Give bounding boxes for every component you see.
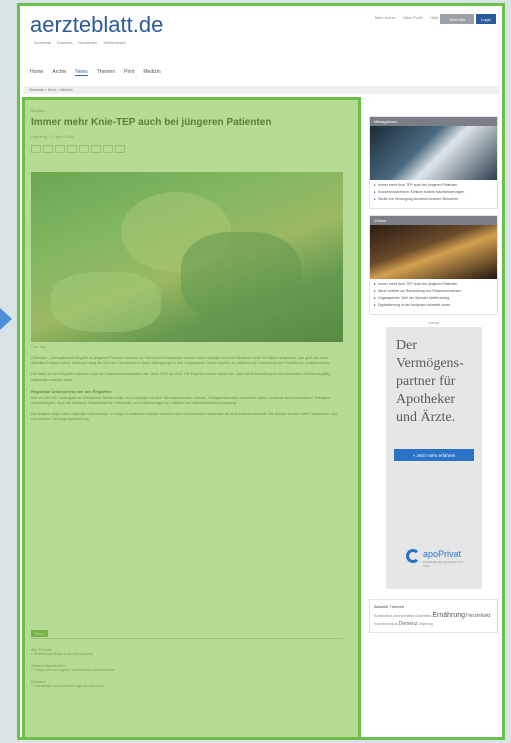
article-date: Dienstag, 17. April 2018 — [31, 134, 74, 139]
article-paragraph: Die Daten zu den Eingriffen stammen aus … — [31, 372, 331, 382]
video-image[interactable] — [370, 225, 497, 279]
nav-item-home[interactable]: Home — [30, 69, 43, 76]
logo-subnav-item[interactable]: Dossiers — [57, 40, 73, 45]
video-heading: Videos — [370, 216, 497, 225]
ad-button[interactable]: » Jetzt mehr erfahren — [394, 449, 474, 461]
abo-button[interactable]: Jetzt Abo — [440, 14, 474, 24]
nav-item-news[interactable]: News — [75, 69, 88, 76]
tag-link[interactable]: Diabetes — [415, 613, 431, 618]
login-button[interactable]: Login — [476, 14, 496, 24]
site-logo[interactable]: aerzteblatt.de — [30, 12, 163, 38]
more-tag[interactable]: Mehr — [31, 630, 49, 637]
top-link[interactable]: Mein Profil — [404, 15, 423, 20]
top-link[interactable]: Hilfe — [430, 15, 438, 20]
photo-caption: Foto: dpa — [31, 345, 46, 349]
most-read-image[interactable] — [370, 126, 497, 180]
related-link[interactable]: » Knieendoprothetik in der Versorgung — [31, 652, 343, 656]
nav-item-print[interactable]: Print — [124, 69, 134, 76]
most-read-item[interactable]: Krankenhausreform: Kliniken fordern Nach… — [374, 190, 493, 195]
tag-link[interactable]: Herzinfarkt — [466, 613, 490, 619]
ad-logo-name: apoPrivat — [423, 549, 462, 559]
tag-link[interactable]: Demenz — [399, 621, 418, 627]
article-header: Medizin Immer mehr Knie-TEP auch bei jün… — [31, 108, 351, 153]
logo-subnav: Ärzteblatt Dossiers Newsletter Stellenma… — [34, 40, 126, 45]
most-read-box: Meistgelesen Immer mehr Knie-TEP auch be… — [369, 116, 498, 209]
article-subheading: Regionale Unterschiede bei den Eingriffe… — [31, 388, 112, 394]
video-item[interactable]: Neue Leitlinie zur Behandlung von Rücken… — [374, 289, 493, 294]
video-item[interactable]: Organspende: Zahl der Spender bleibt nie… — [374, 296, 493, 301]
advertisement[interactable]: Der Vermögens-partner für Apotheker und … — [386, 327, 482, 589]
font-size-icon[interactable] — [103, 145, 113, 153]
ad-logo: apoPrivat Privatbank der Apotheker und Ä… — [406, 545, 466, 575]
related-block: Weitere Nachrichten » Endoprothesenregis… — [31, 664, 343, 672]
logo-subnav-item[interactable]: Newsletter — [78, 40, 97, 45]
share-toolbar — [31, 145, 351, 153]
topics-box: Aktuelle Themen Antibiotika Arzneimittel… — [369, 599, 498, 633]
article-body: Gütersloh – Orthopädische Eingriffe an j… — [31, 356, 343, 429]
nav-item-themen[interactable]: Themen — [97, 69, 115, 76]
video-item[interactable]: Immer mehr Knie-TEP auch bei jüngeren Pa… — [374, 282, 493, 287]
tag-link[interactable]: Krankenhaus — [374, 621, 398, 626]
related-links: Alle Themen » Knieendoprothetik in der V… — [31, 648, 343, 696]
nav-item-archiv[interactable]: Archiv — [52, 69, 66, 76]
bookmark-icon[interactable] — [91, 145, 101, 153]
video-box: Videos Immer mehr Knie-TEP auch bei jüng… — [369, 215, 498, 315]
article-paragraph: Wer vor dem 60. Lebensjahr ein künstlich… — [31, 395, 331, 406]
most-read-heading: Meistgelesen — [370, 117, 497, 126]
article-photo — [31, 172, 343, 342]
twitter-icon[interactable] — [79, 145, 89, 153]
logo-subnav-item[interactable]: Stellenmarkt — [103, 40, 125, 45]
ad-label: Anzeige — [427, 321, 440, 325]
ad-headline: Der Vermögens-partner für Apotheker und … — [396, 338, 464, 425]
main-nav: Home Archiv News Themen Print Medizin — [30, 69, 161, 76]
facebook-icon[interactable] — [67, 145, 77, 153]
article-title: Immer mehr Knie-TEP auch bei jüngeren Pa… — [31, 117, 272, 128]
tag-link[interactable]: Impfung — [418, 621, 432, 626]
tag-cloud: Antibiotika Arzneimittel Diabetes Ernähr… — [374, 612, 493, 628]
share-icon[interactable] — [31, 145, 41, 153]
ad-logo-tagline: Privatbank der Apotheker und Ärzte — [423, 560, 463, 568]
breadcrumb: Startseite > News > Medizin — [23, 86, 499, 94]
tag-link[interactable]: Arzneimittel — [393, 613, 414, 618]
related-block: Dossiers » Orthopädie und Unfallchirurgi… — [31, 680, 343, 688]
related-link[interactable]: » Orthopädie und Unfallchirurgie im Über… — [31, 684, 343, 688]
most-read-item[interactable]: Immer mehr Knie-TEP auch bei jüngeren Pa… — [374, 183, 493, 188]
related-block: Alle Themen » Knieendoprothetik in der V… — [31, 648, 343, 656]
article-paragraph: Gütersloh – Orthopädische Eingriffe an j… — [31, 356, 331, 366]
mail-icon[interactable] — [55, 145, 65, 153]
article-kicker: Medizin — [31, 108, 45, 113]
apoprivat-logo-icon — [406, 549, 420, 563]
tag-link[interactable]: Ernährung — [432, 612, 465, 619]
video-list: Immer mehr Knie-TEP auch bei jüngeren Pa… — [370, 279, 497, 314]
top-link[interactable]: Mein Archiv — [375, 15, 396, 20]
logo-subnav-item[interactable]: Ärzteblatt — [34, 40, 51, 45]
browser-page: aerzteblatt.de Ärzteblatt Dossiers Newsl… — [17, 3, 505, 740]
nav-item-medizin[interactable]: Medizin — [143, 69, 160, 76]
article-container: Medizin Immer mehr Knie-TEP auch bei jün… — [22, 97, 361, 737]
sidebar: Meistgelesen Immer mehr Knie-TEP auch be… — [369, 116, 498, 633]
related-link[interactable]: » Endoprothesenregister veröffentlicht J… — [31, 668, 343, 672]
tag-link[interactable]: Antibiotika — [374, 613, 392, 618]
most-read-list: Immer mehr Knie-TEP auch bei jüngeren Pa… — [370, 180, 497, 208]
most-read-item[interactable]: Studie zur Versorgung chronisch kranker … — [374, 197, 493, 202]
print-icon[interactable] — [43, 145, 53, 153]
divider — [31, 638, 343, 639]
site-header: aerzteblatt.de Ärzteblatt Dossiers Newsl… — [20, 6, 502, 94]
pointer-arrow-icon — [0, 308, 12, 330]
video-item[interactable]: Digitalisierung in der Arztpraxis schrei… — [374, 303, 493, 308]
comment-icon[interactable] — [115, 145, 125, 153]
topics-heading: Aktuelle Themen — [374, 604, 404, 609]
article-paragraph: Die Analyse zeigt zudem regionale Unters… — [31, 412, 337, 422]
